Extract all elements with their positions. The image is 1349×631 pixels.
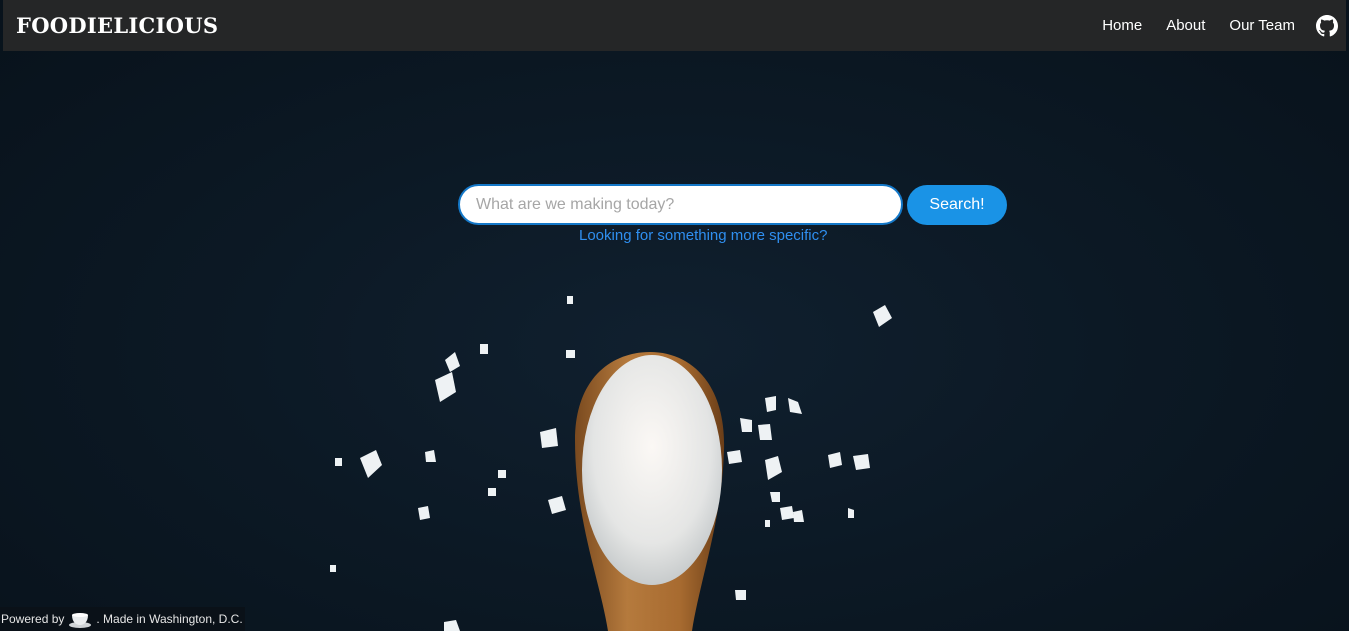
background-image (0, 0, 1349, 631)
footer-powered-by: Powered by (1, 612, 65, 626)
search-button[interactable]: Search! (907, 185, 1007, 225)
nav-link-our-team[interactable]: Our Team (1229, 17, 1295, 34)
teacup-icon (69, 613, 92, 628)
nav-link-about[interactable]: About (1166, 17, 1205, 34)
footer-made-in: . Made in Washington, D.C. (96, 612, 243, 626)
advanced-search-link[interactable]: Looking for something more specific? (579, 227, 827, 244)
nav-link-home[interactable]: Home (1102, 17, 1142, 34)
footer: Powered by . Made in Washington, D.C. (0, 607, 245, 631)
brand-logo[interactable]: FOODIELICIOUS (16, 13, 218, 38)
salt-spoon-image (330, 296, 892, 631)
nav-links: Home About Our Team (1102, 0, 1295, 51)
github-icon[interactable] (1316, 15, 1338, 37)
navbar: FOODIELICIOUS Home About Our Team (3, 0, 1346, 51)
search-input[interactable] (458, 184, 903, 225)
